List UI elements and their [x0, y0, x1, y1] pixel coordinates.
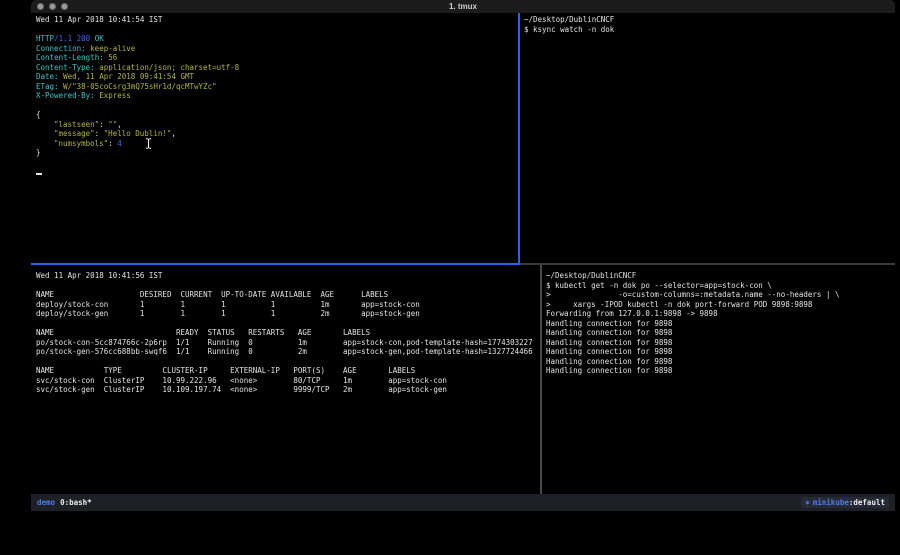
http-header-row: Date:Wed, 11 Apr 2018 09:41:54 GMT [36, 72, 518, 82]
json-open-brace: { [36, 110, 518, 120]
pane-http-response[interactable]: Wed 11 Apr 2018 10:41:54 IST HTTP/1.1 20… [31, 13, 518, 263]
kube-namespace: :default [849, 498, 885, 507]
http-status-line: HTTP/1.1 200 OK [36, 34, 518, 44]
terminal-cursor [36, 173, 42, 175]
terminal-line: Handling connection for 9898 [546, 319, 895, 329]
terminal-line: Handling connection for 9898 [546, 328, 895, 338]
terminal-line: Handling connection for 9898 [546, 357, 895, 367]
services-table: NAME TYPE CLUSTER-IP EXTERNAL-IP PORT(S)… [36, 366, 540, 395]
pane-divider-horizontal-right[interactable] [520, 263, 895, 265]
terminal-line: $ kubectl get -n dok po --selector=app=s… [546, 281, 895, 291]
cursor-line [36, 167, 518, 177]
pane-divider-vertical-top[interactable] [518, 13, 520, 264]
http-version-code: /1.1 200 [54, 34, 90, 43]
terminal-line: ~/Desktop/DublinCNCF [546, 271, 895, 281]
pods-table: NAME READY STATUS RESTARTS AGE LABELS po… [36, 328, 540, 357]
http-reason: OK [95, 34, 104, 43]
tmux-status-bar: demo 0:bash* ⎈ minikube :default [31, 494, 895, 511]
window-title: 1. tmux [31, 0, 895, 13]
kubernetes-helm-icon: ⎈ [805, 498, 810, 507]
pane-port-forward[interactable]: ~/Desktop/DublinCNCF$ kubectl get -n dok… [542, 265, 895, 494]
json-entry: "numsymbols": 4 [36, 139, 518, 149]
terminal-line: $ ksync watch -n dok [524, 25, 895, 35]
pane-divider-vertical-bottom[interactable] [540, 265, 542, 494]
terminal-line: > -o=custom-columns=:metadata.name --no-… [546, 290, 895, 300]
kube-context-badge: ⎈ minikube :default [801, 497, 889, 508]
json-close-brace: } [36, 148, 518, 158]
json-entry: "message": "Hello Dublin!", [36, 129, 518, 139]
terminal-line: > xargs -IPOD kubectl -n dok port-forwar… [546, 300, 895, 310]
pane-ksync[interactable]: ~/Desktop/DublinCNCF$ ksync watch -n dok [520, 13, 895, 263]
text-ibeam-pointer [145, 138, 152, 149]
terminal-line: Handling connection for 9898 [546, 347, 895, 357]
json-entry: "lastseen": "", [36, 120, 518, 130]
timestamp: Wed 11 Apr 2018 10:41:54 IST [36, 15, 518, 25]
pane-kubectl-get[interactable]: Wed 11 Apr 2018 10:41:56 IST NAME DESIRE… [31, 265, 540, 494]
http-header-row: Connection:keep-alive [36, 44, 518, 54]
window-tab[interactable]: 0:bash* [60, 498, 92, 507]
http-header-row: Content-Length:56 [36, 53, 518, 63]
deployments-table: NAME DESIRED CURRENT UP-TO-DATE AVAILABL… [36, 290, 540, 319]
http-header-row: ETag:W/"38-05coCsrg3mQ75sHr1d/qcMTwYZc" [36, 82, 518, 92]
terminal-window: 1. tmux Wed 11 Apr 2018 10:41:54 IST HTT… [31, 0, 895, 511]
terminal-line: Handling connection for 9898 [546, 366, 895, 376]
tmux-terminal: Wed 11 Apr 2018 10:41:54 IST HTTP/1.1 20… [31, 13, 895, 494]
session-name: demo [37, 498, 55, 507]
terminal-line: Forwarding from 127.0.0.1:9898 -> 9898 [546, 309, 895, 319]
titlebar[interactable]: 1. tmux [31, 0, 895, 13]
http-header-row: Content-Type:application/json; charset=u… [36, 63, 518, 73]
timestamp: Wed 11 Apr 2018 10:41:56 IST [36, 271, 540, 281]
pane-divider-horizontal-left[interactable] [31, 263, 520, 265]
http-header-row: X-Powered-By:Express [36, 91, 518, 101]
terminal-line: ~/Desktop/DublinCNCF [524, 15, 895, 25]
terminal-line: Handling connection for 9898 [546, 338, 895, 348]
http-protocol: HTTP [36, 34, 54, 43]
kube-context: minikube [813, 498, 849, 507]
